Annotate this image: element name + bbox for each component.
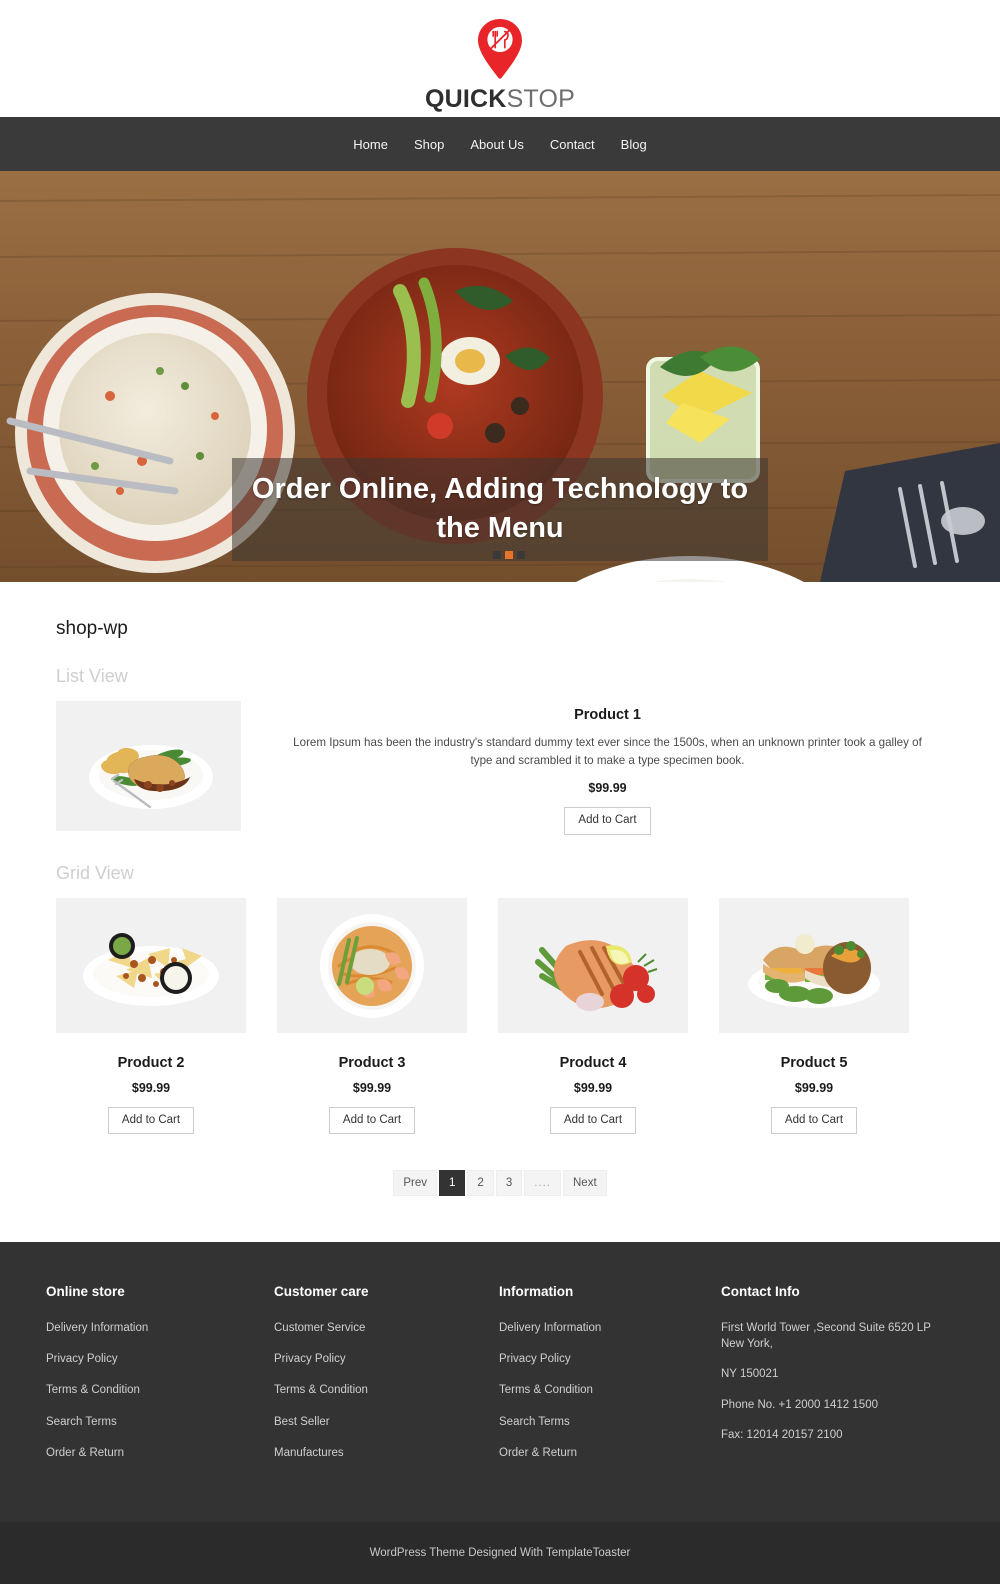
footer-column-title: Online store — [46, 1284, 125, 1300]
footer-link-manufactures[interactable]: Manufactures — [274, 1445, 479, 1461]
list-view-products: Product 1 Lorem Ipsum has been the indus… — [56, 701, 944, 835]
add-to-cart-button[interactable]: Add to Cart — [770, 1106, 858, 1135]
product-title: Product 2 — [117, 1054, 185, 1071]
page-title: shop-wp — [56, 618, 128, 639]
product-title: Product 5 — [780, 1054, 848, 1071]
grid-view-section: Grid View Product 2 $99.99 Add to Cart P… — [56, 863, 944, 1135]
hero-slider-dots[interactable] — [493, 551, 525, 559]
footer-link-order-return[interactable]: Order & Return — [46, 1445, 254, 1461]
grid-view-label: Grid View — [56, 862, 134, 883]
hero-caption: Order Online, Adding Technology to the M… — [232, 458, 768, 562]
pagination-next[interactable]: Next — [563, 1170, 607, 1197]
footer-column-customer-care: Customer care Customer Service Privacy P… — [274, 1284, 499, 1475]
pagination: Prev 1 2 3 .... Next — [56, 1170, 944, 1197]
nav-item-contact[interactable]: Contact — [537, 131, 608, 158]
footer-link-privacy-policy[interactable]: Privacy Policy — [46, 1351, 254, 1367]
product-title: Product 3 — [338, 1054, 406, 1071]
footer-link-search-terms[interactable]: Search Terms — [499, 1414, 701, 1430]
pagination-page-1[interactable]: 1 — [439, 1170, 466, 1197]
footer-link-privacy-policy[interactable]: Privacy Policy — [499, 1351, 701, 1367]
contact-address-line-2: NY 150021 — [721, 1368, 779, 1381]
hero-banner: Order Online, Adding Technology to the M… — [0, 171, 1000, 582]
nav-item-shop[interactable]: Shop — [401, 131, 457, 158]
pagination-page-2[interactable]: 2 — [467, 1170, 494, 1197]
nav-list: Home Shop About Us Contact Blog — [340, 131, 659, 158]
product-price: $99.99 — [352, 1080, 392, 1095]
footer-column-online-store: Online store Delivery Information Privac… — [46, 1284, 274, 1475]
footer-column-title: Information — [499, 1284, 574, 1300]
footer-link-delivery-information[interactable]: Delivery Information — [46, 1320, 254, 1336]
product-card-product-3: Product 3 $99.99 Add to Cart — [277, 897, 467, 1135]
footer-link-customer-service[interactable]: Customer Service — [274, 1320, 479, 1336]
footer-column-title: Customer care — [274, 1284, 369, 1300]
pagination-ellipsis: .... — [524, 1170, 561, 1197]
product-image-product-1[interactable] — [56, 701, 241, 831]
product-title: Product 4 — [559, 1054, 627, 1071]
nav-item-blog[interactable]: Blog — [608, 131, 660, 158]
product-card-product-4: Product 4 $99.99 Add to Cart — [498, 897, 688, 1135]
footer-link-list: Customer Service Privacy Policy Terms & … — [274, 1320, 479, 1460]
contact-address-line-1: First World Tower ,Second Suite 6520 LP … — [721, 1322, 931, 1351]
footer-link-list: Delivery Information Privacy Policy Term… — [499, 1320, 701, 1460]
product-price: $99.99 — [588, 780, 627, 795]
product-info-product-1: Product 1 Lorem Ipsum has been the indus… — [271, 701, 944, 835]
footer-link-search-terms[interactable]: Search Terms — [46, 1414, 254, 1430]
add-to-cart-button[interactable]: Add to Cart — [564, 806, 651, 835]
footer-link-delivery-information[interactable]: Delivery Information — [499, 1320, 701, 1336]
logo-text-bold: QUICK — [425, 85, 507, 113]
footer-link-terms-condition[interactable]: Terms & Condition — [499, 1382, 701, 1398]
add-to-cart-button[interactable]: Add to Cart — [549, 1106, 637, 1135]
footer-link-best-seller[interactable]: Best Seller — [274, 1414, 479, 1430]
copyright-bar: WordPress Theme Designed With TemplateTo… — [0, 1521, 1000, 1584]
shop-content: shop-wp List View Product 1 Lorem Ipsum … — [0, 582, 1000, 1243]
contact-fax: Fax: 12014 20157 2100 — [721, 1428, 843, 1441]
list-view-label: List View — [56, 666, 128, 686]
footer-column-contact-info: Contact Info First World Tower ,Second S… — [721, 1284, 954, 1475]
product-title: Product 1 — [574, 707, 641, 723]
product-description: Lorem Ipsum has been the industry's stan… — [293, 736, 922, 767]
product-image-product-5[interactable] — [719, 897, 909, 1033]
footer-link-privacy-policy[interactable]: Privacy Policy — [274, 1351, 479, 1367]
product-price: $99.99 — [573, 1080, 613, 1095]
footer-column-title: Contact Info — [721, 1284, 800, 1300]
location-pin-with-fork-knife-icon[interactable] — [470, 17, 530, 81]
product-image-product-2[interactable] — [56, 897, 246, 1033]
nav-item-home[interactable]: Home — [340, 131, 401, 158]
footer-link-list: Delivery Information Privacy Policy Term… — [46, 1320, 254, 1460]
logo-text-light: STOP — [506, 85, 575, 113]
footer-column-information: Information Delivery Information Privacy… — [499, 1284, 721, 1475]
product-image-product-4[interactable] — [498, 897, 688, 1033]
pagination-prev[interactable]: Prev — [393, 1170, 437, 1197]
pagination-page-3[interactable]: 3 — [495, 1170, 523, 1197]
site-footer: Online store Delivery Information Privac… — [0, 1242, 1000, 1522]
product-price: $99.99 — [794, 1080, 834, 1095]
product-price: $99.99 — [131, 1080, 171, 1095]
product-card-product-2: Product 2 $99.99 Add to Cart — [56, 897, 246, 1135]
footer-link-terms-condition[interactable]: Terms & Condition — [46, 1382, 254, 1398]
footer-link-terms-condition[interactable]: Terms & Condition — [274, 1382, 479, 1398]
shop-page: QUICKSTOP Home Shop About Us Contact Blo… — [0, 0, 1000, 1584]
main-navigation: Home Shop About Us Contact Blog — [0, 117, 1000, 171]
contact-phone: Phone No. +1 2000 1412 1500 — [721, 1398, 878, 1411]
footer-link-order-return[interactable]: Order & Return — [499, 1445, 701, 1461]
add-to-cart-button[interactable]: Add to Cart — [107, 1106, 195, 1135]
product-card-product-5: Product 5 $99.99 Add to Cart — [719, 897, 909, 1135]
grid-view-products: Product 2 $99.99 Add to Cart Product 3 $… — [56, 897, 944, 1135]
site-logo-text[interactable]: QUICKSTOP — [425, 85, 575, 114]
copyright-text: WordPress Theme Designed With TemplateTo… — [369, 1546, 631, 1559]
add-to-cart-button[interactable]: Add to Cart — [328, 1106, 416, 1135]
product-image-product-3[interactable] — [277, 897, 467, 1033]
site-header: QUICKSTOP — [0, 0, 1000, 117]
nav-item-about-us[interactable]: About Us — [457, 131, 536, 158]
